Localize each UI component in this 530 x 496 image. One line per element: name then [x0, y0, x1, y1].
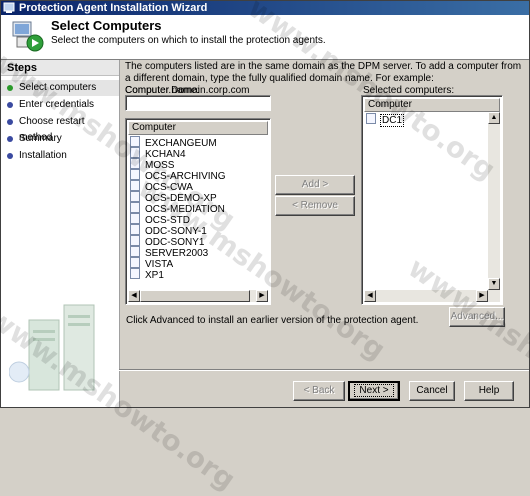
- advanced-note: Click Advanced to install an earlier ver…: [126, 315, 419, 326]
- wizard-computer-icon: [12, 21, 44, 52]
- list-item[interactable]: ODC-SONY1: [130, 235, 204, 248]
- horizontal-scrollbar[interactable]: ◀ ▶: [128, 290, 268, 302]
- scroll-left-icon[interactable]: ◀: [364, 290, 376, 302]
- list-item[interactable]: OCS-MEDIATION: [130, 202, 225, 215]
- list-item[interactable]: ODC-SONY-1: [130, 224, 207, 237]
- computer-icon: [130, 213, 140, 224]
- wizard-header: Select Computers Select the computers on…: [1, 15, 529, 60]
- step-bullet-icon: [7, 85, 13, 91]
- computer-name-input[interactable]: [125, 95, 271, 111]
- page-title: Select Computers: [51, 18, 162, 33]
- computer-icon: [130, 147, 140, 158]
- computer-icon: [130, 191, 140, 202]
- computer-icon: [130, 169, 140, 180]
- title-bar[interactable]: Protection Agent Installation Wizard: [1, 1, 529, 15]
- steps-panel: Steps Select computers Enter credentials…: [1, 60, 120, 407]
- advanced-button[interactable]: Advanced...: [449, 307, 505, 327]
- page-subtitle: Select the computers on which to install…: [51, 35, 326, 46]
- step-label: Summary: [19, 133, 62, 144]
- available-computers-list[interactable]: Computer EXCHANGEUM KCHAN4 MOSS OCS-ARCH…: [125, 118, 271, 305]
- cancel-button[interactable]: Cancel: [409, 381, 455, 401]
- scroll-right-icon[interactable]: ▶: [476, 290, 488, 302]
- list-item[interactable]: MOSS: [130, 158, 174, 171]
- selected-computers-list[interactable]: Computer DC1 ▲ ▼ ◀ ▶: [361, 95, 503, 305]
- computer-icon: [130, 235, 140, 246]
- computer-icon: [130, 257, 140, 268]
- computer-icon: [130, 136, 140, 147]
- step-summary[interactable]: Summary: [1, 131, 119, 147]
- scroll-left-icon[interactable]: ◀: [128, 290, 140, 302]
- list-item[interactable]: OCS-DEMO-XP: [130, 191, 217, 204]
- next-button[interactable]: Next >: [348, 381, 400, 401]
- step-installation[interactable]: Installation: [1, 148, 119, 164]
- step-label: Select computers: [19, 82, 97, 93]
- scroll-down-icon[interactable]: ▼: [488, 278, 500, 290]
- list-item[interactable]: KCHAN4: [130, 147, 186, 160]
- computer-icon: [130, 180, 140, 191]
- computer-icon: [130, 202, 140, 213]
- step-select-computers[interactable]: Select computers: [1, 80, 119, 96]
- remove-button[interactable]: < Remove: [275, 196, 355, 216]
- list-item[interactable]: DC1: [366, 113, 405, 127]
- steps-title: Steps: [1, 60, 119, 76]
- computer-icon: [130, 268, 140, 279]
- list-item[interactable]: XP1: [130, 268, 164, 281]
- step-label: Installation: [19, 150, 67, 161]
- computer-icon: [130, 224, 140, 235]
- step-bullet-icon: [7, 153, 13, 159]
- list-item[interactable]: OCS-STD: [130, 213, 190, 226]
- scroll-up-icon[interactable]: ▲: [488, 112, 500, 124]
- app-icon: [3, 2, 15, 13]
- selected-column-header[interactable]: Computer: [364, 98, 500, 112]
- step-bullet-icon: [7, 119, 13, 125]
- computer-icon: [366, 113, 376, 124]
- next-button-label: Next >: [354, 384, 394, 397]
- list-item[interactable]: VISTA: [130, 257, 173, 270]
- list-item[interactable]: OCS-ARCHIVING: [130, 169, 226, 182]
- step-bullet-icon: [7, 136, 13, 142]
- window-title: Protection Agent Installation Wizard: [19, 2, 208, 14]
- list-item[interactable]: SERVER2003: [130, 246, 208, 259]
- horizontal-scrollbar[interactable]: ◀ ▶: [364, 290, 500, 302]
- computer-icon: [130, 158, 140, 169]
- scroll-right-icon[interactable]: ▶: [256, 290, 268, 302]
- add-button[interactable]: Add >: [275, 175, 355, 195]
- back-button[interactable]: < Back: [293, 381, 345, 401]
- available-column-header[interactable]: Computer: [128, 121, 268, 135]
- step-enter-credentials[interactable]: Enter credentials: [1, 97, 119, 113]
- list-item[interactable]: OCS-CWA: [130, 180, 193, 193]
- step-choose-restart-method[interactable]: Choose restart method: [1, 114, 119, 143]
- computer-icon: [130, 246, 140, 257]
- vertical-scrollbar[interactable]: ▲ ▼: [488, 112, 500, 290]
- scroll-thumb[interactable]: [140, 290, 250, 302]
- servers-artwork-icon: [9, 304, 95, 391]
- list-item[interactable]: EXCHANGEUM: [130, 136, 217, 149]
- step-bullet-icon: [7, 102, 13, 108]
- step-label: Enter credentials: [19, 99, 95, 110]
- help-button[interactable]: Help: [464, 381, 514, 401]
- wizard-window: Protection Agent Installation Wizard Sel…: [0, 0, 530, 496]
- footer-divider: [119, 369, 529, 371]
